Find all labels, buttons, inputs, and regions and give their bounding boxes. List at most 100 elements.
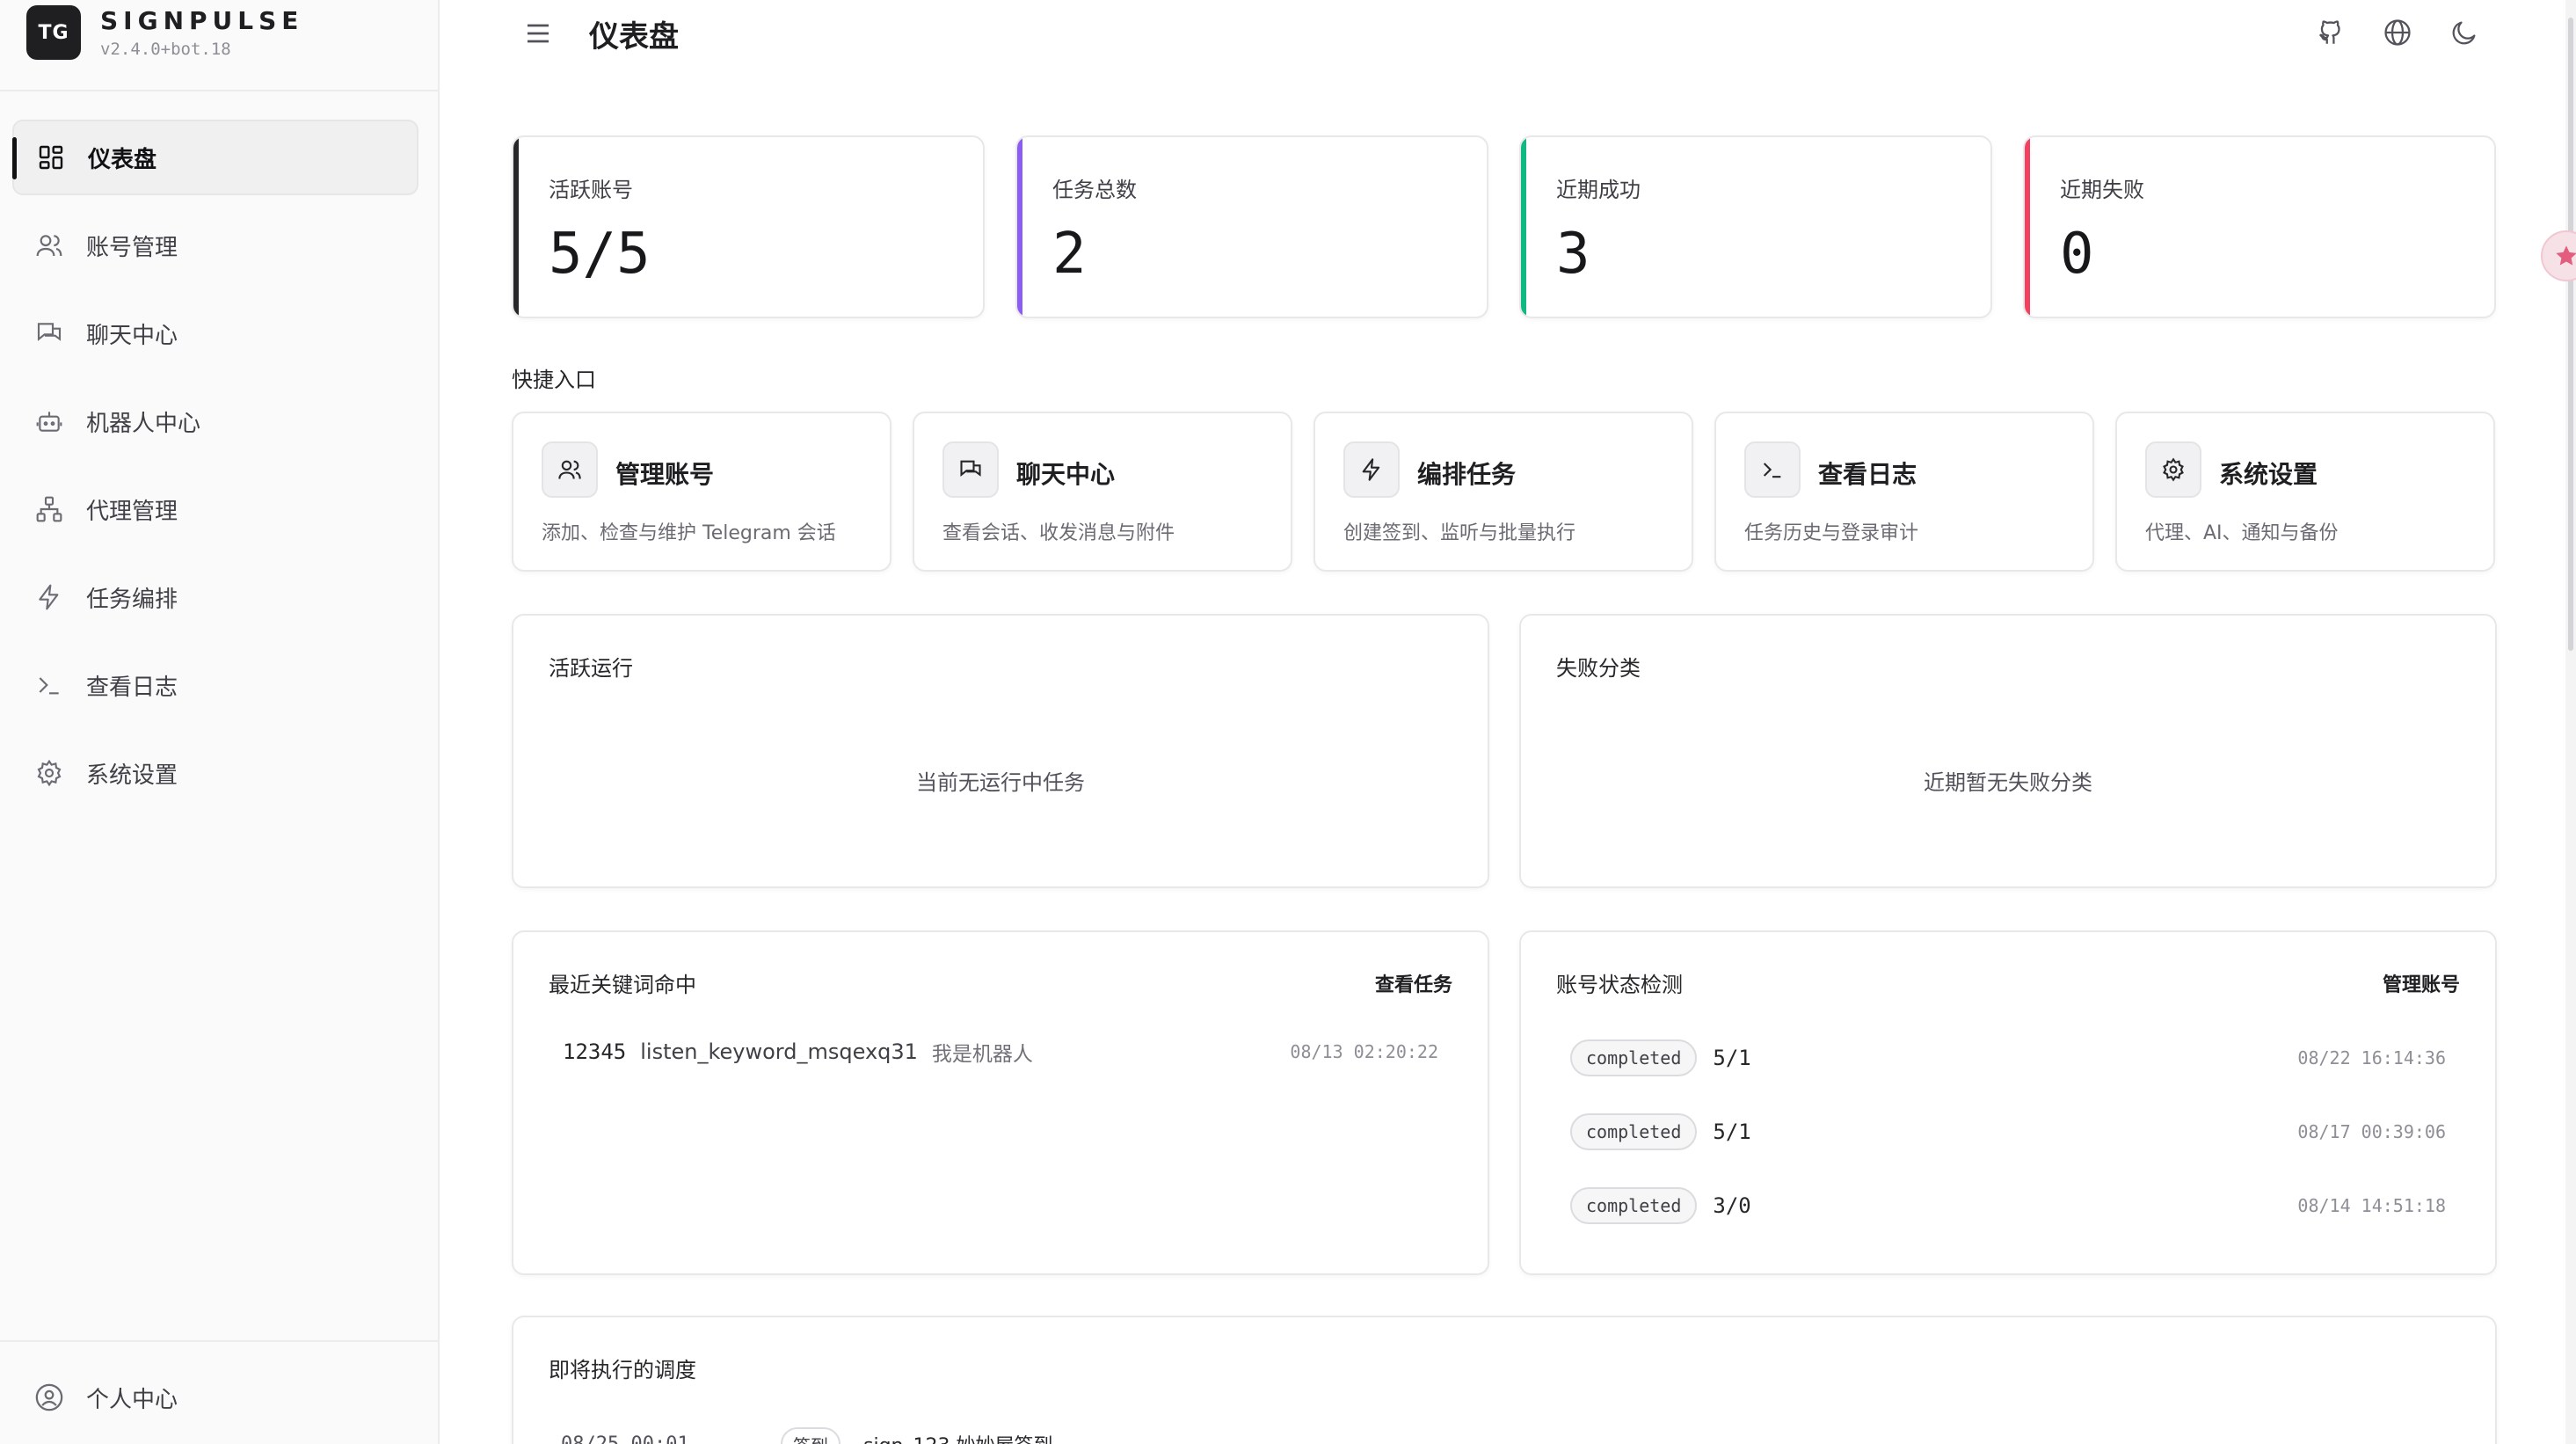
page-title: 仪表盘	[589, 19, 679, 55]
quick-link-logs[interactable]: 查看日志 任务历史与登录审计	[1714, 412, 2094, 572]
failure-categories-panel: 失败分类 近期暂无失败分类	[1519, 614, 2497, 888]
quick-link-tasks[interactable]: 编排任务 创建签到、监听与批量执行	[1313, 412, 1693, 572]
stat-card-total-tasks: 任务总数 2	[1015, 135, 1488, 318]
stat-card-recent-success: 近期成功 3	[1519, 135, 1992, 318]
github-icon	[2316, 18, 2349, 47]
sidebar-item-label: 账号管理	[86, 234, 178, 261]
terminal-icon	[33, 669, 65, 701]
gear-icon	[33, 757, 65, 789]
theme-toggle-button[interactable]	[2449, 18, 2483, 51]
sidebar-item-chat[interactable]: 聊天中心	[12, 295, 418, 371]
panel-title: 即将执行的调度	[549, 1358, 696, 1382]
check-time: 08/22 16:14:36	[2297, 1047, 2446, 1068]
quick-link-desc: 查看会话、收发消息与附件	[942, 522, 1175, 544]
network-icon	[33, 493, 65, 525]
list-item[interactable]: 12345 listen_keyword_msqexq31 我是机器人 08/1…	[563, 1034, 1438, 1069]
brand-version: v2.4.0+bot.18	[100, 40, 231, 59]
stat-card-recent-failures: 近期失败 0	[2023, 135, 2496, 318]
sidebar-item-logs[interactable]: 查看日志	[12, 647, 418, 723]
keyword-task-name: listen_keyword_msqexq31	[640, 1039, 918, 1064]
sidebar-item-label: 机器人中心	[86, 410, 201, 437]
scrollbar-thumb[interactable]	[2568, 18, 2573, 651]
view-tasks-link[interactable]: 查看任务	[1375, 969, 1452, 997]
quick-link-title: 编排任务	[1417, 460, 1517, 489]
empty-state: 近期暂无失败分类	[1924, 770, 2092, 795]
brand-logo: TG	[26, 5, 81, 60]
sidebar: TG SIGNPULSE v2.4.0+bot.18 仪表盘 账号管理 聊天中心	[0, 0, 440, 1444]
sidebar-item-label: 任务编排	[86, 586, 178, 613]
panel-title: 账号状态检测	[1556, 973, 1683, 997]
brand[interactable]: TG SIGNPULSE v2.4.0+bot.18	[26, 4, 303, 62]
check-value: 5/1	[1713, 1119, 1751, 1144]
check-value: 3/0	[1713, 1193, 1751, 1218]
quick-link-title: 系统设置	[2219, 460, 2318, 489]
list-item[interactable]: completed 3/0 08/14 14:51:18	[1570, 1185, 2446, 1226]
sidebar-nav: 仪表盘 账号管理 聊天中心 机器人中心 代理管理 任务编排 查看日志 系统设置	[12, 120, 418, 823]
language-button[interactable]	[2383, 18, 2416, 51]
dashboard-icon	[35, 142, 67, 173]
keyword-time: 08/13 02:20:22	[1290, 1041, 1438, 1062]
star-icon	[2554, 244, 2576, 268]
sidebar-item-accounts[interactable]: 账号管理	[12, 208, 418, 283]
status-badge: completed	[1570, 1113, 1698, 1150]
page-scrollbar[interactable]	[2565, 0, 2576, 1444]
stat-label: 任务总数	[1052, 178, 1137, 202]
keyword-account-id: 12345	[563, 1039, 627, 1064]
sidebar-item-settings[interactable]: 系统设置	[12, 735, 418, 811]
panel-title: 最近关键词命中	[549, 973, 696, 997]
quick-link-title: 管理账号	[615, 460, 715, 489]
panel-title: 活跃运行	[549, 656, 633, 681]
sidebar-item-label: 查看日志	[86, 674, 178, 701]
brand-name: SIGNPULSE	[100, 6, 304, 35]
list-item[interactable]: completed 5/1 08/22 16:14:36	[1570, 1038, 2446, 1078]
users-icon	[33, 230, 65, 261]
stat-label: 近期成功	[1556, 178, 1641, 202]
globe-icon	[2383, 18, 2416, 47]
floating-assistant-button[interactable]	[2541, 230, 2576, 281]
upcoming-schedule-panel: 即将执行的调度	[512, 1316, 2497, 1444]
quick-link-desc: 添加、检查与维护 Telegram 会话	[542, 522, 836, 544]
active-runs-panel: 活跃运行 当前无运行中任务	[512, 614, 1489, 888]
divider	[0, 1340, 438, 1342]
check-value: 5/1	[1713, 1046, 1751, 1070]
sidebar-item-label: 系统设置	[86, 762, 178, 789]
stat-accent	[513, 137, 519, 317]
sidebar-item-dashboard[interactable]: 仪表盘	[12, 120, 418, 195]
quick-link-accounts[interactable]: 管理账号 添加、检查与维护 Telegram 会话	[512, 412, 891, 572]
keyword-hits-panel: 最近关键词命中 查看任务 12345 listen_keyword_msqexq…	[512, 930, 1489, 1275]
sidebar-item-bots[interactable]: 机器人中心	[12, 383, 418, 459]
stat-value: 0	[2060, 222, 2094, 287]
stat-label: 近期失败	[2060, 178, 2144, 202]
keyword-message: 我是机器人	[931, 1043, 1033, 1066]
quick-link-settings[interactable]: 系统设置 代理、AI、通知与备份	[2115, 412, 2495, 572]
sidebar-item-label: 聊天中心	[86, 322, 178, 349]
stat-accent	[1017, 137, 1022, 317]
bolt-icon	[1343, 441, 1400, 498]
stat-value: 5/5	[549, 222, 651, 287]
quick-link-desc: 创建签到、监听与批量执行	[1343, 522, 1576, 544]
stat-card-active-accounts: 活跃账号 5/5	[512, 135, 985, 318]
hamburger-icon	[522, 18, 554, 49]
status-badge: completed	[1570, 1039, 1698, 1076]
manage-accounts-link[interactable]: 管理账号	[2383, 969, 2460, 997]
stat-accent	[1521, 137, 1526, 317]
panel-title: 失败分类	[1556, 656, 1641, 681]
stat-accent	[2025, 137, 2030, 317]
list-item[interactable]: completed 5/1 08/17 00:39:06	[1570, 1112, 2446, 1152]
sidebar-item-label: 仪表盘	[88, 146, 157, 173]
menu-toggle-button[interactable]	[522, 18, 554, 49]
sidebar-item-tasks[interactable]: 任务编排	[12, 559, 418, 635]
empty-state: 当前无运行中任务	[916, 770, 1085, 795]
bolt-icon	[33, 581, 65, 613]
account-checks-panel: 账号状态检测 管理账号 completed 5/1 08/22 16:14:36…	[1519, 930, 2497, 1275]
gear-icon	[2145, 441, 2201, 498]
sidebar-item-profile[interactable]: 个人中心	[12, 1360, 418, 1435]
github-button[interactable]	[2316, 18, 2349, 51]
status-badge: completed	[1570, 1187, 1698, 1224]
sidebar-item-proxy[interactable]: 代理管理	[12, 471, 418, 547]
quick-link-desc: 任务历史与登录审计	[1744, 522, 1919, 544]
stat-value: 2	[1052, 222, 1087, 287]
quick-links-title: 快捷入口	[512, 368, 596, 392]
quick-link-chat[interactable]: 聊天中心 查看会话、收发消息与附件	[913, 412, 1292, 572]
divider	[0, 90, 438, 91]
